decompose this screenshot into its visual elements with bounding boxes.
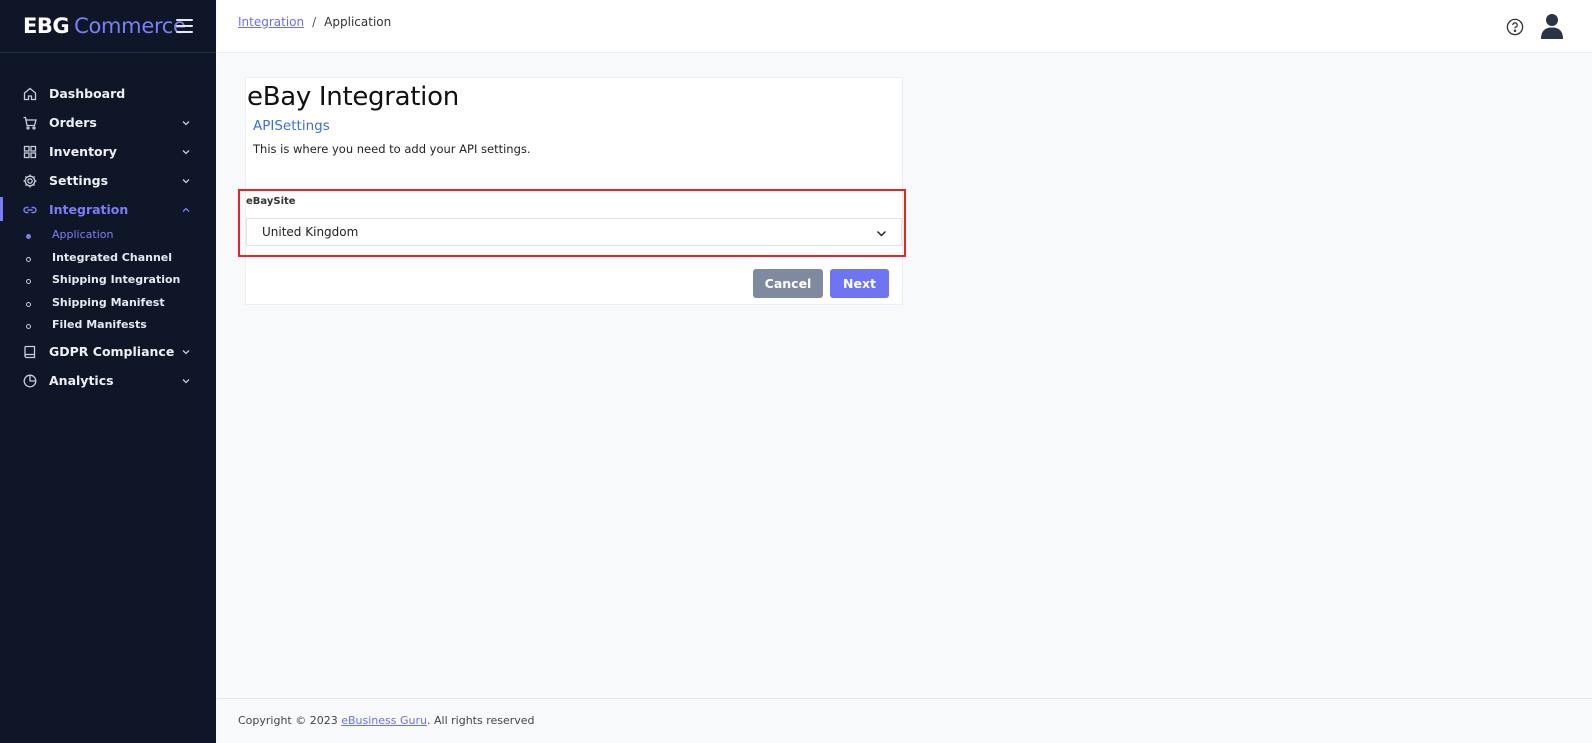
subnav-item-application[interactable]: Application	[0, 224, 216, 247]
sidebar-item-dashboard[interactable]: Dashboard	[0, 79, 216, 108]
grid-icon	[23, 145, 37, 159]
brand-logo[interactable]: EBG Commerce	[0, 0, 216, 53]
footer-suffix: . All rights reserved	[427, 714, 535, 727]
sidebar-item-label: Inventory	[49, 144, 117, 159]
help-icon[interactable]	[1506, 18, 1524, 36]
page-title: eBay Integration	[247, 82, 459, 112]
brand-ebg: EBG	[23, 14, 70, 38]
sidebar-item-orders[interactable]: Orders	[0, 108, 216, 137]
pie-chart-icon	[23, 374, 37, 387]
menu-toggle-icon[interactable]	[176, 19, 193, 33]
next-button[interactable]: Next	[830, 269, 889, 298]
cancel-button[interactable]: Cancel	[753, 269, 823, 298]
ebaysite-select[interactable]: United Kingdom	[246, 218, 902, 246]
book-icon	[24, 345, 36, 358]
sidebar-item-integration[interactable]: Integration	[0, 195, 216, 224]
subnav-item-label: Shipping Integration	[52, 273, 181, 286]
chevron-down-icon	[877, 231, 886, 237]
breadcrumb-separator: /	[312, 15, 317, 29]
breadcrumb-link-integration[interactable]: Integration	[238, 15, 304, 29]
sidebar-item-inventory[interactable]: Inventory	[0, 137, 216, 166]
section-description: This is where you need to add your API s…	[253, 142, 531, 156]
chevron-down-icon	[182, 150, 190, 155]
bullet-icon	[26, 324, 31, 329]
breadcrumb-current: Application	[324, 15, 392, 29]
sidebar-item-gdpr[interactable]: GDPR Compliance	[0, 337, 216, 366]
footer-copyright: Copyright © 2023 eBusiness Guru. All rig…	[238, 714, 535, 727]
sidebar-item-label: Integration	[49, 202, 129, 217]
chevron-up-icon	[182, 207, 190, 212]
subnav-item-integrated-channel[interactable]: Integrated Channel	[0, 247, 216, 270]
sidebar-item-label: Analytics	[49, 372, 114, 388]
subnav-item-label: Filed Manifests	[52, 318, 147, 331]
link-icon	[23, 206, 37, 214]
subnav-item-shipping-integration[interactable]: Shipping Integration	[0, 269, 216, 292]
ebaysite-selected-value: United Kingdom	[262, 225, 359, 239]
gear-icon	[23, 174, 37, 188]
subnav-item-label: Integrated Channel	[52, 250, 173, 264]
bullet-icon	[26, 279, 31, 284]
section-subtitle: APISettings	[253, 118, 330, 134]
sidebar-item-label: Dashboard	[49, 86, 126, 101]
cart-icon	[23, 116, 37, 130]
sidebar-nav: Dashboard Orders Inventory Settings Inte…	[0, 79, 216, 395]
sidebar-item-label: Settings	[49, 173, 109, 188]
sidebar-item-analytics[interactable]: Analytics	[0, 366, 216, 395]
chevron-down-icon	[182, 179, 190, 184]
subnav-item-label: Application	[52, 228, 114, 241]
subnav-item-shipping-manifest[interactable]: Shipping Manifest	[0, 292, 216, 315]
footer: Copyright © 2023 eBusiness Guru. All rig…	[216, 698, 1592, 743]
home-icon	[23, 87, 37, 101]
bullet-icon	[26, 234, 31, 239]
subnav-item-filed-manifests[interactable]: Filed Manifests	[0, 314, 216, 337]
footer-prefix: Copyright © 2023	[238, 714, 342, 727]
ebaysite-label: eBaySite	[246, 196, 296, 207]
chevron-down-icon	[182, 121, 190, 126]
integration-subnav: Application Integrated Channel Shipping …	[0, 224, 216, 337]
sidebar-item-settings[interactable]: Settings	[0, 166, 216, 195]
brand-commerce: Commerce	[74, 14, 186, 38]
top-header: Integration / Application	[216, 0, 1592, 53]
breadcrumb: Integration / Application	[238, 15, 391, 29]
user-avatar-icon[interactable]	[1540, 13, 1564, 39]
sidebar: EBG Commerce Dashboard Orders Inventory …	[0, 0, 216, 743]
sidebar-item-label: GDPR Compliance	[49, 343, 175, 359]
footer-link-ebusiness-guru[interactable]: eBusiness Guru	[341, 714, 427, 727]
sidebar-item-label: Orders	[49, 115, 97, 130]
bullet-icon	[26, 256, 31, 262]
chevron-down-icon	[182, 378, 190, 383]
subnav-item-label: Shipping Manifest	[52, 295, 165, 309]
bullet-icon	[26, 301, 31, 307]
chevron-down-icon	[182, 349, 190, 354]
